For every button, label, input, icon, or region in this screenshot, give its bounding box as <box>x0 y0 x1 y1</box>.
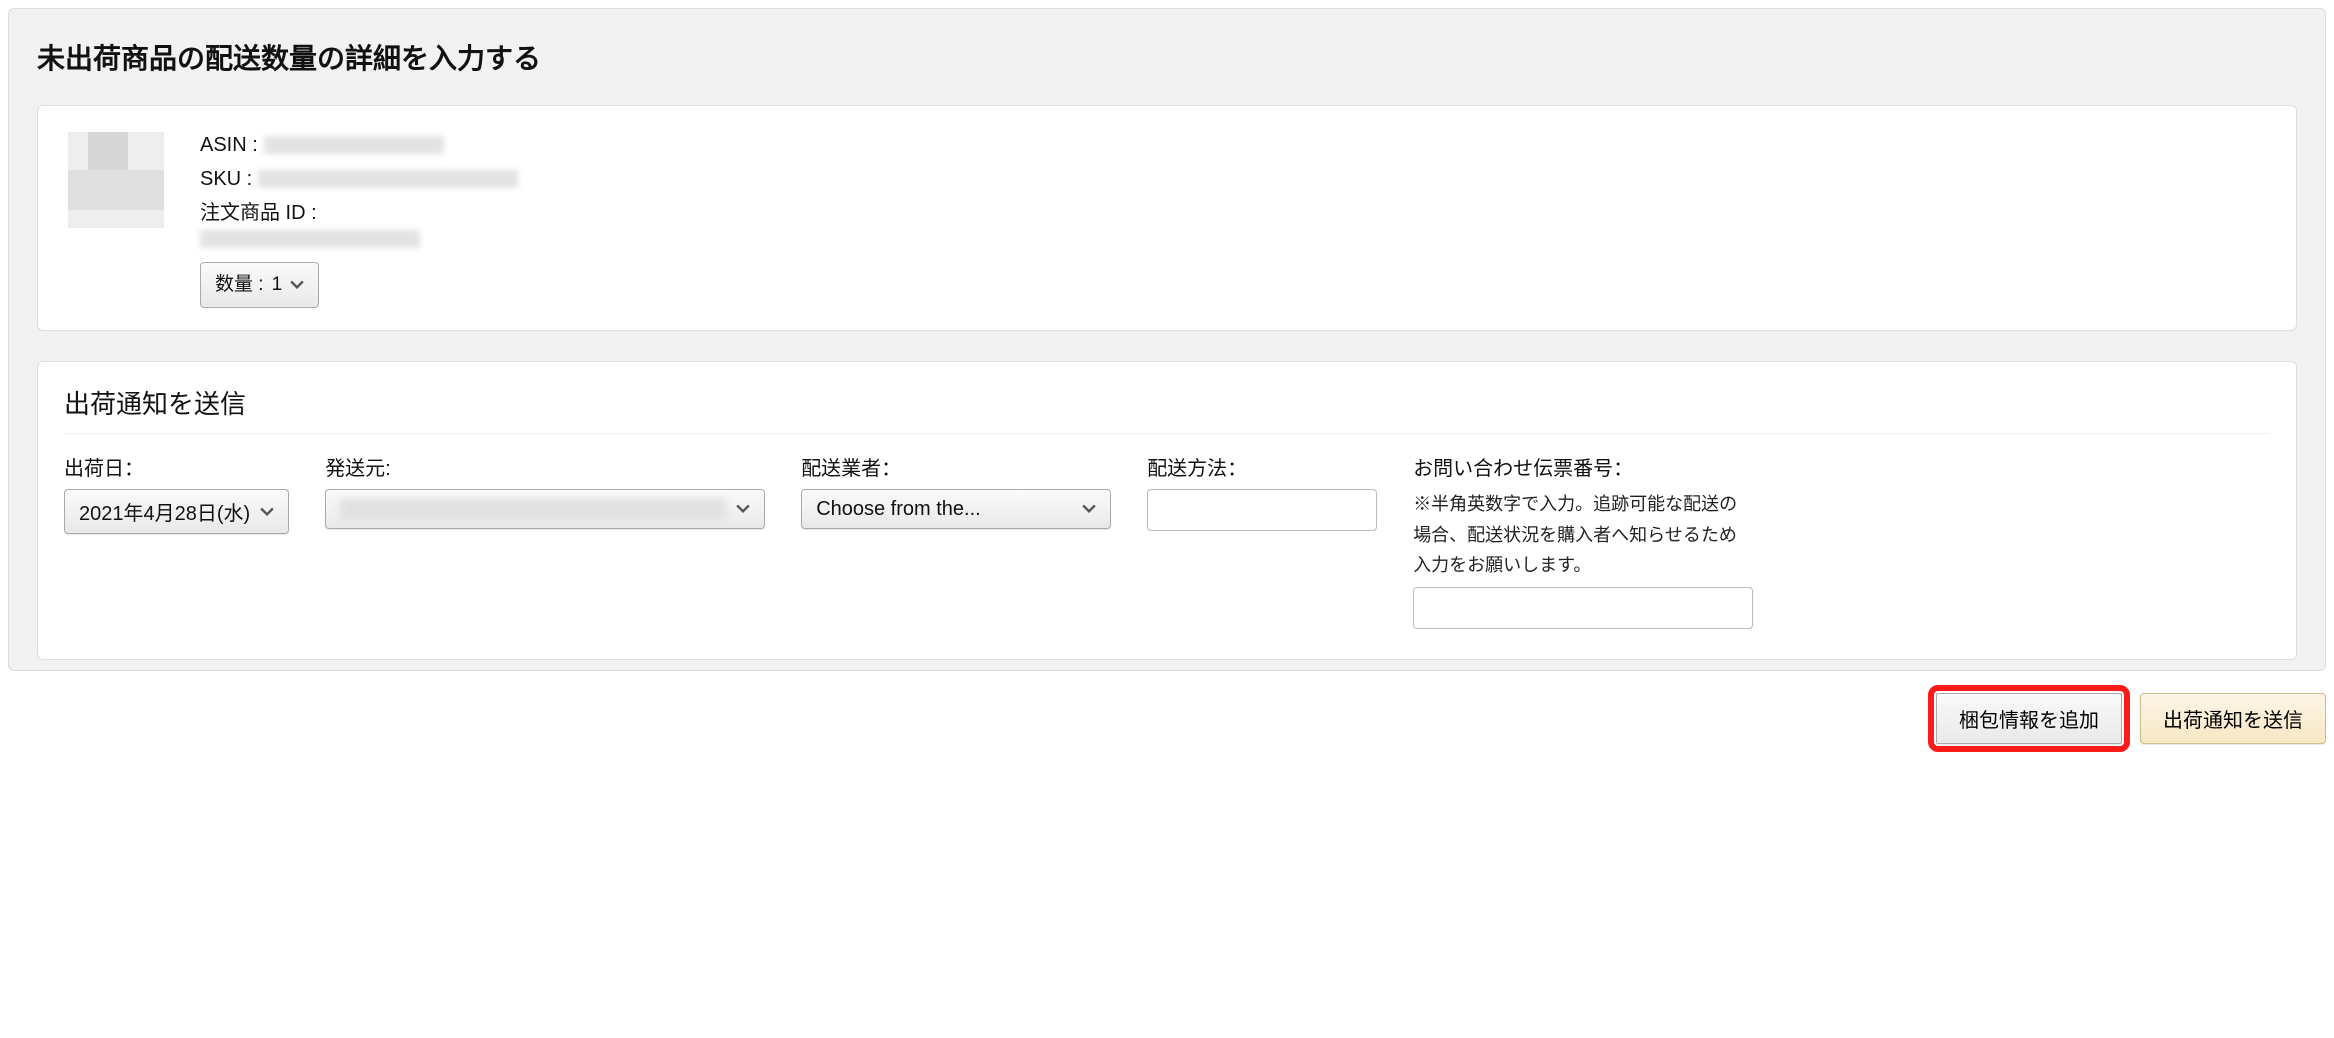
carrier-label: 配送業者： <box>801 452 1111 481</box>
ship-from-value <box>340 499 726 519</box>
shipping-section-title: 出荷通知を送信 <box>64 384 2270 434</box>
sku-value <box>258 170 518 188</box>
quantity-value: 1 <box>272 269 283 301</box>
tracking-field: お問い合わせ伝票番号： ※半角英数字で入力。追跡可能な配送の場合、配送状況を購入… <box>1413 452 1753 629</box>
ship-method-input[interactable] <box>1147 489 1377 531</box>
chevron-down-icon <box>260 505 274 519</box>
quantity-select[interactable]: 数量 : 1 <box>200 262 319 308</box>
carrier-field: 配送業者： Choose from the... <box>801 452 1111 529</box>
product-card: ASIN : SKU : 注文商品 ID : 数量 : 1 <box>37 105 2297 331</box>
shipping-form-row: 出荷日： 2021年4月28日(水) 発送元: 配送業 <box>64 452 2270 629</box>
sku-label: SKU : <box>200 162 252 196</box>
product-thumbnail <box>68 132 164 228</box>
ship-date-label: 出荷日： <box>64 452 289 481</box>
chevron-down-icon <box>290 278 304 292</box>
asin-value <box>264 136 444 154</box>
asin-label: ASIN : <box>200 128 258 162</box>
ship-from-select[interactable] <box>325 489 765 529</box>
product-meta: ASIN : SKU : 注文商品 ID : 数量 : 1 <box>200 128 518 308</box>
ship-method-label: 配送方法： <box>1147 452 1377 481</box>
order-item-id-value <box>200 230 420 248</box>
quantity-label: 数量 : <box>215 269 264 301</box>
add-packaging-button[interactable]: 梱包情報を追加 <box>1936 693 2122 744</box>
shipping-card: 出荷通知を送信 出荷日： 2021年4月28日(水) 発送元: <box>37 361 2297 660</box>
ship-date-select[interactable]: 2021年4月28日(水) <box>64 489 289 534</box>
tracking-input[interactable] <box>1413 587 1753 629</box>
page-title: 未出荷商品の配送数量の詳細を入力する <box>37 37 2297 77</box>
footer-actions: 梱包情報を追加 出荷通知を送信 <box>8 693 2326 744</box>
carrier-select[interactable]: Choose from the... <box>801 489 1111 529</box>
ship-date-field: 出荷日： 2021年4月28日(水) <box>64 452 289 534</box>
chevron-down-icon <box>736 502 750 516</box>
tracking-hint: ※半角英数字で入力。追跡可能な配送の場合、配送状況を購入者へ知らせるため入力をお… <box>1413 489 1753 581</box>
chevron-down-icon <box>1082 502 1096 516</box>
ship-method-field: 配送方法： <box>1147 452 1377 531</box>
ship-from-field: 発送元: <box>325 452 765 529</box>
carrier-value: Choose from the... <box>816 498 981 521</box>
ship-from-label: 発送元: <box>325 452 765 481</box>
main-panel: 未出荷商品の配送数量の詳細を入力する ASIN : SKU : 注文商品 ID … <box>8 8 2326 671</box>
order-item-id-label: 注文商品 ID : <box>200 196 317 230</box>
tracking-label: お問い合わせ伝票番号： <box>1413 452 1753 481</box>
ship-date-value: 2021年4月28日(水) <box>79 497 250 526</box>
send-notice-button[interactable]: 出荷通知を送信 <box>2140 693 2326 744</box>
